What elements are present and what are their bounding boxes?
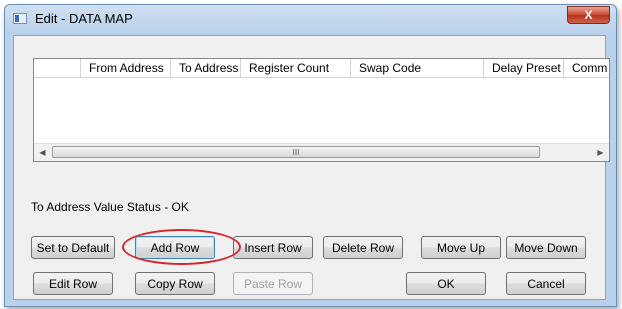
title-bar: Edit - DATA MAP X (5, 5, 616, 33)
window-title: Edit - DATA MAP (35, 11, 133, 26)
status-text: To Address Value Status - OK (31, 200, 189, 214)
scroll-left-icon[interactable]: ◀ (34, 144, 51, 161)
delete-row-button[interactable]: Delete Row (323, 236, 403, 259)
data-map-grid[interactable]: From Address To Address Register Count S… (33, 58, 610, 162)
grid-header-comm[interactable]: Comm (564, 59, 609, 77)
ok-button[interactable]: OK (406, 272, 486, 295)
set-to-default-button[interactable]: Set to Default (31, 236, 115, 259)
insert-row-button[interactable]: Insert Row (233, 236, 313, 259)
window-app-icon (13, 13, 27, 24)
grid-header-from-address[interactable]: From Address (81, 59, 171, 77)
grid-header-rownum (34, 59, 81, 77)
grid-header: From Address To Address Register Count S… (34, 59, 609, 78)
scroll-grip-icon: III (292, 147, 300, 157)
edit-row-button[interactable]: Edit Row (33, 272, 113, 295)
edit-data-map-window: Edit - DATA MAP X From Address To Addres… (4, 4, 617, 307)
copy-row-button[interactable]: Copy Row (135, 272, 215, 295)
grid-header-delay-preset[interactable]: Delay Preset (484, 59, 564, 77)
move-down-button[interactable]: Move Down (506, 236, 586, 259)
scroll-thumb[interactable]: III (52, 146, 540, 158)
move-up-button[interactable]: Move Up (421, 236, 501, 259)
cancel-button[interactable]: Cancel (506, 272, 586, 295)
horizontal-scrollbar[interactable]: ◀ III ▶ (34, 143, 609, 161)
paste-row-button: Paste Row (233, 272, 313, 295)
grid-header-swap-code[interactable]: Swap Code (351, 59, 484, 77)
dialog-body: From Address To Address Register Count S… (13, 35, 610, 300)
grid-header-to-address[interactable]: To Address (171, 59, 241, 77)
scroll-right-icon[interactable]: ▶ (592, 144, 609, 161)
grid-header-register-count[interactable]: Register Count (241, 59, 351, 77)
add-row-button[interactable]: Add Row (135, 236, 215, 259)
close-button[interactable]: X (567, 6, 610, 24)
